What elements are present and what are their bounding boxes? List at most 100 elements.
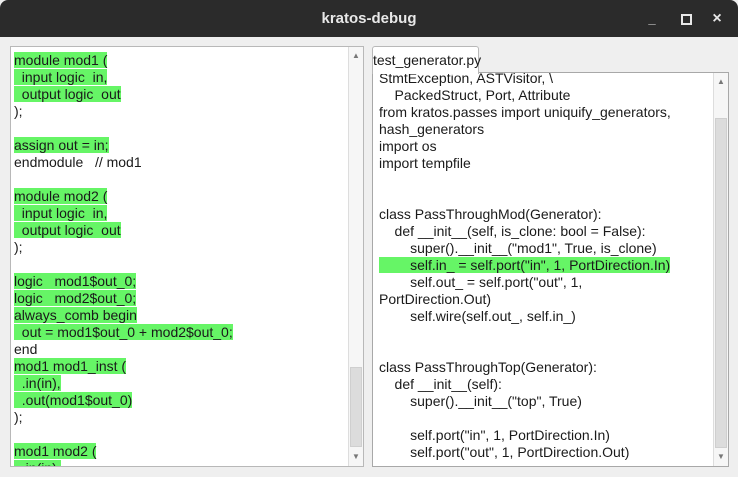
right-scroll-thumb[interactable]	[715, 118, 727, 448]
code-text: import tempfile	[379, 155, 471, 171]
code-line: .in(in),	[14, 460, 233, 466]
title-bar: kratos-debug _ ×	[0, 0, 738, 37]
highlighted-code-text: logic mod2$out_0;	[14, 290, 137, 306]
highlighted-code-text: module mod2 (	[14, 188, 108, 204]
scroll-down-icon[interactable]: ▼	[714, 450, 728, 464]
code-text: super().__init__("top", True)	[379, 393, 582, 409]
code-line: self.wire(self.out_, self.in_)	[379, 308, 671, 325]
code-text: self.out_ = self.port("out", 1,	[379, 274, 583, 290]
code-line: out = mod1$out_0 + mod2$out_0;	[14, 324, 233, 341]
scroll-up-icon[interactable]: ▲	[714, 75, 728, 89]
code-line: def __init__(self, is_clone: bool = Fals…	[379, 223, 671, 240]
code-text: self.wire(self.out_, self.in_)	[379, 308, 576, 324]
tab-test-generator[interactable]: test_generator.py	[372, 46, 481, 74]
code-text: );	[14, 409, 23, 425]
code-text: PortDirection.Out)	[379, 291, 492, 307]
code-text: PackedStruct, Port, Attribute	[379, 87, 571, 103]
code-line: logic mod2$out_0;	[14, 290, 233, 307]
code-line: PackedStruct, Port, Attribute	[379, 87, 671, 104]
code-line: .in(in),	[14, 375, 233, 392]
code-line: );	[14, 409, 233, 426]
highlighted-code-text: out = mod1$out_0 + mod2$out_0;	[14, 324, 233, 340]
highlighted-code-text: always_comb begin	[14, 307, 137, 323]
code-line: self.out_ = self.port("out", 1,	[379, 274, 671, 291]
code-line: StmtException, ASTVisitor, \	[379, 72, 671, 87]
code-line: self.port("out", 1, PortDirection.Out)	[379, 444, 671, 461]
code-line: .out(mod1$out_0)	[14, 392, 233, 409]
code-text: );	[14, 239, 23, 255]
code-line: import os	[379, 138, 671, 155]
code-text: );	[14, 103, 23, 119]
code-line: super().__init__("mod1", True, is_clone)	[379, 240, 671, 257]
highlighted-code-text: input logic in,	[14, 69, 108, 85]
left-scroll-thumb[interactable]	[350, 367, 362, 447]
code-text: def __init__(self):	[379, 376, 502, 392]
code-text: self.port("out", 1, PortDirection.Out)	[379, 444, 630, 460]
highlighted-code-text: logic mod1$out_0;	[14, 273, 137, 289]
code-line: import tempfile	[379, 155, 671, 172]
code-line: output logic out	[14, 86, 233, 103]
highlighted-code-text: .out(mod1$out_0)	[14, 392, 133, 408]
highlighted-code-text: output logic out	[14, 86, 121, 102]
code-line: hash_generators	[379, 121, 671, 138]
code-line: mod1 mod2 (	[14, 443, 233, 460]
code-line: input logic in,	[14, 205, 233, 222]
left-scrollbar[interactable]: ▲ ▼	[348, 47, 363, 466]
minimize-button[interactable]: _	[642, 9, 662, 29]
code-line: PortDirection.Out)	[379, 291, 671, 308]
highlighted-code-text: self.in_ = self.port("in", 1, PortDirect…	[379, 257, 671, 273]
code-line: );	[14, 103, 233, 120]
code-line: super().__init__("top", True)	[379, 393, 671, 410]
maximize-icon	[680, 14, 692, 25]
verilog-code-view[interactable]: module mod1 ( input logic in, output log…	[10, 46, 364, 467]
code-text: from kratos.passes import uniquify_gener…	[379, 104, 671, 120]
code-text: end	[14, 341, 38, 357]
scroll-up-icon[interactable]: ▲	[349, 49, 363, 63]
scroll-down-icon[interactable]: ▼	[349, 450, 363, 464]
code-line: assign out = in;	[14, 137, 233, 154]
window-title: kratos-debug	[321, 10, 417, 27]
code-line: end	[14, 341, 233, 358]
code-line: endmodule // mod1	[14, 154, 233, 171]
code-line: always_comb begin	[14, 307, 233, 324]
code-line: mod1 mod1_inst (	[14, 358, 233, 375]
maximize-button[interactable]	[676, 9, 696, 29]
code-line: def __init__(self):	[379, 376, 671, 393]
highlighted-code-text: assign out = in;	[14, 137, 109, 153]
python-source-view[interactable]: StmtException, ASTVisitor, \ PackedStruc…	[372, 72, 729, 467]
code-text: class PassThroughTop(Generator):	[379, 359, 597, 375]
highlighted-code-text: mod1 mod1_inst (	[14, 358, 127, 374]
code-text: super().__init__("mod1", True, is_clone)	[379, 240, 657, 256]
code-line: class PassThroughMod(Generator):	[379, 206, 671, 223]
highlighted-code-text: input logic in,	[14, 205, 108, 221]
code-text: def __init__(self, is_clone: bool = Fals…	[379, 223, 646, 239]
code-line: logic mod1$out_0;	[14, 273, 233, 290]
code-line: from kratos.passes import uniquify_gener…	[379, 104, 671, 121]
code-text: self.port("in", 1, PortDirection.In)	[379, 427, 610, 443]
code-line: self.in_ = self.port("in", 1, PortDirect…	[379, 257, 671, 274]
code-line: input logic in,	[14, 69, 233, 86]
code-text: endmodule // mod1	[14, 154, 142, 170]
highlighted-code-text: mod1 mod2 (	[14, 443, 97, 459]
code-line: module mod1 (	[14, 52, 233, 69]
code-line: output logic out	[14, 222, 233, 239]
verilog-code: module mod1 ( input logic in, output log…	[14, 52, 233, 466]
close-button[interactable]: ×	[707, 9, 727, 29]
code-text: import os	[379, 138, 437, 154]
highlighted-code-text: .in(in),	[14, 375, 61, 391]
right-scrollbar[interactable]: ▲ ▼	[713, 73, 728, 466]
code-line: module mod2 (	[14, 188, 233, 205]
code-line: self.port("in", 1, PortDirection.In)	[379, 427, 671, 444]
highlighted-code-text: output logic out	[14, 222, 121, 238]
code-line: );	[14, 239, 233, 256]
code-text: StmtException, ASTVisitor, \	[379, 72, 554, 86]
